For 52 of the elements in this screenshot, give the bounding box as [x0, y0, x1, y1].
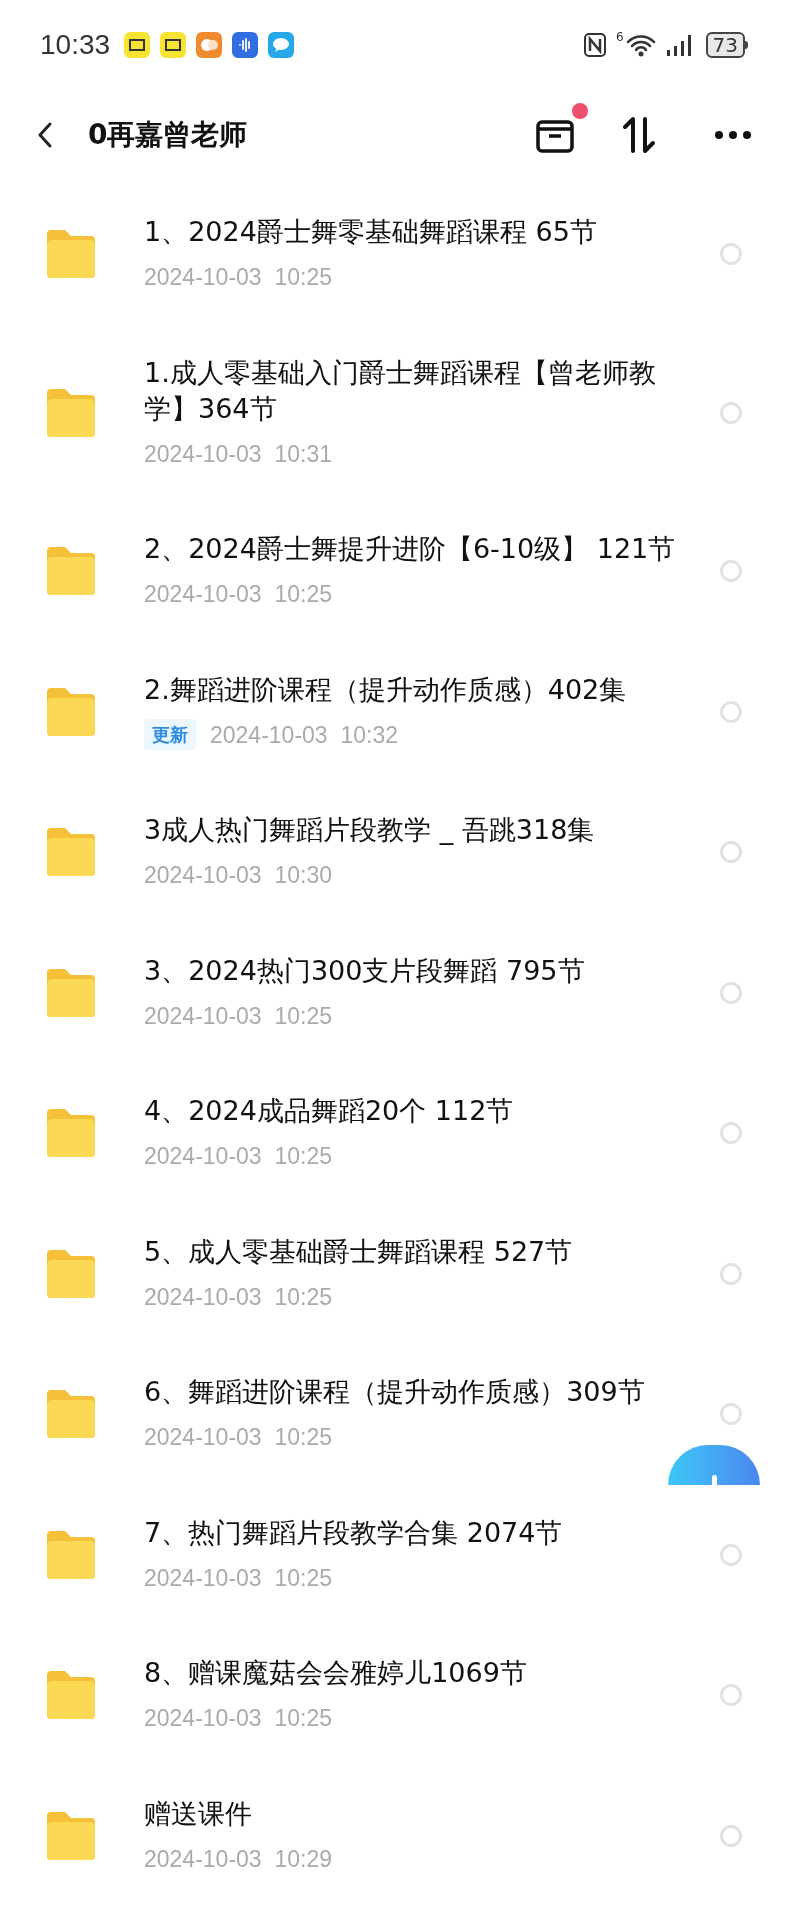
folder-date: 2024-10-03 10:25 — [144, 1704, 332, 1733]
folder-name: 8、赠课魔菇会会雅婷儿1069节 — [144, 1656, 528, 1690]
app-notification-icon — [196, 32, 223, 58]
folder-date: 2024-10-03 10:25 — [144, 1563, 332, 1593]
folder-date: 2024-10-03 10:31 — [144, 439, 332, 469]
folder-date: 2024-10-03 10:30 — [144, 861, 332, 890]
archive-icon[interactable] — [536, 117, 574, 153]
folder-date: 2024-10-03 10:32 — [210, 720, 398, 750]
select-radio[interactable] — [720, 981, 742, 1004]
app-notification-icon — [160, 32, 187, 58]
select-radio[interactable] — [720, 560, 742, 583]
select-radio[interactable] — [720, 401, 742, 424]
status-time: 10:33 — [40, 28, 111, 62]
app-notification-icon — [124, 32, 151, 58]
folder-date: 2024-10-03 10:25 — [144, 1423, 332, 1452]
select-radio[interactable] — [720, 700, 742, 723]
folder-name: 赠送课件 — [144, 1796, 253, 1831]
folder-date: 2024-10-03 10:25 — [144, 1001, 332, 1031]
folder-name: 3、2024热门300支片段舞蹈 795节 — [144, 953, 586, 988]
app-notification-icon — [232, 32, 259, 58]
page-title: 0再嘉曾老师 — [88, 117, 248, 153]
folder-date: 2024-10-03 10:29 — [144, 1844, 332, 1874]
nfc-icon — [583, 33, 606, 57]
folder-name: 4、2024成品舞蹈20个 112节 — [144, 1094, 515, 1128]
folder-name: 6、舞蹈进阶课程（提升动作质感）309节 — [144, 1375, 646, 1409]
more-icon[interactable] — [714, 130, 752, 140]
update-badge: 更新 — [144, 719, 196, 751]
select-radio[interactable] — [720, 1684, 742, 1707]
folder-date: 2024-10-03 10:25 — [144, 1282, 332, 1312]
folder-name: 1.成人零基础入门爵士舞蹈课程【曾老师教学】364节 — [144, 355, 657, 426]
select-radio[interactable] — [720, 243, 742, 266]
select-radio[interactable] — [720, 1543, 742, 1566]
folder-name: 3成人热门舞蹈片段教学 _ 吾跳318集 — [144, 813, 596, 847]
sort-icon[interactable] — [622, 115, 656, 155]
folder-name: 7、热门舞蹈片段教学合集 2074节 — [144, 1515, 564, 1550]
select-radio[interactable] — [720, 1824, 742, 1847]
app-notification-icon — [268, 32, 295, 58]
folder-name: 2、2024爵士舞提升进阶【6-10级】 121节 — [144, 532, 677, 566]
select-radio[interactable] — [720, 1122, 742, 1145]
battery-indicator: 73 — [705, 32, 745, 58]
back-icon[interactable] — [36, 121, 54, 149]
folder-name: 2.舞蹈进阶课程（提升动作质感）402集 — [144, 672, 628, 707]
folder-name: 1、2024爵士舞零基础舞蹈课程 65节 — [144, 215, 598, 249]
wifi-icon — [625, 33, 656, 57]
folder-date: 2024-10-03 10:25 — [144, 263, 332, 292]
select-radio[interactable] — [720, 1403, 742, 1426]
select-radio[interactable] — [720, 841, 742, 864]
folder-date: 2024-10-03 10:25 — [144, 1142, 332, 1171]
folder-date: 2024-10-03 10:25 — [144, 580, 332, 609]
network-label: 6 — [615, 29, 624, 46]
folder-name: 5、成人零基础爵士舞蹈课程 527节 — [144, 1234, 574, 1269]
select-radio[interactable] — [720, 1262, 742, 1285]
